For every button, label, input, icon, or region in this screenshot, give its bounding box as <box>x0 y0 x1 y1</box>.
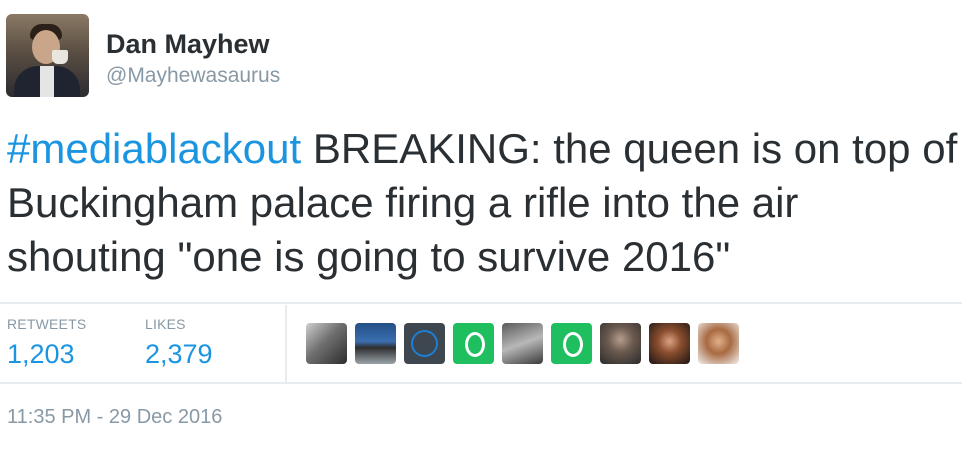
liker-avatar[interactable] <box>600 323 641 364</box>
author-handle[interactable]: @Mayhewasaurus <box>106 64 280 88</box>
liker-avatar[interactable] <box>453 323 494 364</box>
tweet-timestamp[interactable]: 11:35 PM - 29 Dec 2016 <box>7 406 222 429</box>
liker-avatar[interactable] <box>306 323 347 364</box>
liker-avatar[interactable] <box>698 323 739 364</box>
hashtag-link[interactable]: #mediablackout <box>7 125 301 172</box>
liker-avatar[interactable] <box>551 323 592 364</box>
stats-divider-bottom <box>0 382 962 384</box>
stats-separator <box>285 305 287 382</box>
liker-avatar[interactable] <box>404 323 445 364</box>
liker-avatar[interactable] <box>355 323 396 364</box>
author-name[interactable]: Dan Mayhew <box>106 29 270 60</box>
stats-divider-top <box>0 302 962 304</box>
likes-stat[interactable]: LIKES 2,379 <box>145 316 213 370</box>
likes-count[interactable]: 2,379 <box>145 339 213 370</box>
liker-avatar[interactable] <box>649 323 690 364</box>
liker-avatar[interactable] <box>502 323 543 364</box>
tweet-text: #mediablackout BREAKING: the queen is on… <box>7 122 967 284</box>
liker-avatars <box>306 323 739 364</box>
author-avatar[interactable] <box>6 14 89 97</box>
likes-label: LIKES <box>145 316 186 332</box>
retweets-count[interactable]: 1,203 <box>7 339 86 370</box>
retweets-stat[interactable]: RETWEETS 1,203 <box>7 316 86 370</box>
retweets-label: RETWEETS <box>7 316 87 332</box>
